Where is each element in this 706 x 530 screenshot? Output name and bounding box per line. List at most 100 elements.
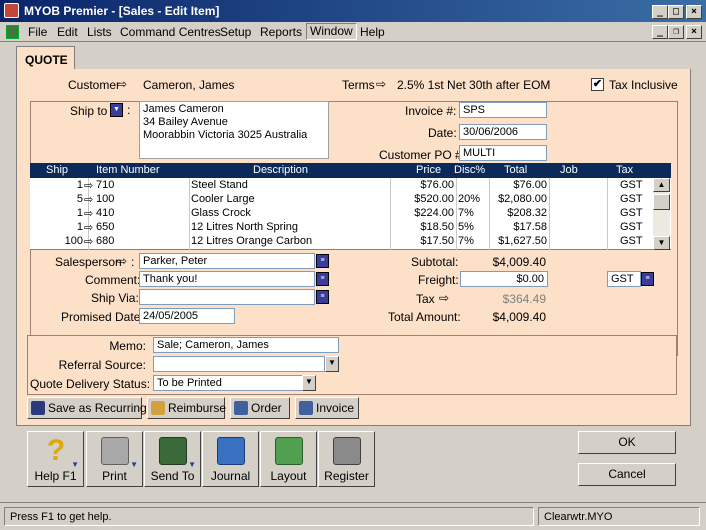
menu-setup[interactable]: Setup (220, 25, 251, 39)
cell-price[interactable]: $17.50 (392, 235, 454, 247)
line-items-table[interactable]: 1 ⇨ 710 Steel Stand $76.00 $76.00 GST 5 … (30, 178, 671, 250)
ship-via-list-icon[interactable]: ≡ (316, 290, 329, 304)
menu-file[interactable]: File (28, 25, 47, 39)
tax-arrow-icon[interactable]: ⇨ (439, 291, 449, 305)
item-arrow-icon[interactable]: ⇨ (84, 207, 93, 220)
cell-total[interactable]: $1,627.50 (491, 235, 547, 247)
customer-arrow-icon[interactable]: ⇨ (117, 77, 127, 91)
ship-via-field[interactable] (139, 289, 315, 305)
cell-tax[interactable]: GST (620, 207, 643, 219)
order-button[interactable]: Order (230, 397, 290, 419)
tax-inclusive-checkbox[interactable]: ✔ (591, 78, 604, 91)
save-as-recurring-button[interactable]: Save as Recurring (27, 397, 147, 419)
print-button[interactable]: ▼ Print (86, 431, 143, 487)
cell-total[interactable]: $17.58 (491, 221, 547, 233)
cell-description[interactable]: Glass Crock (191, 207, 389, 219)
item-arrow-icon[interactable]: ⇨ (84, 179, 93, 192)
menu-help[interactable]: Help (360, 25, 385, 39)
layout-button[interactable]: Layout (260, 431, 317, 487)
cell-tax[interactable]: GST (620, 221, 643, 233)
cell-description[interactable]: 12 Litres North Spring (191, 221, 389, 233)
cell-ship[interactable]: 1 (30, 179, 83, 191)
item-arrow-icon[interactable]: ⇨ (84, 193, 93, 206)
doc-close-button[interactable]: × (686, 25, 702, 39)
customer-value[interactable]: Cameron, James (143, 78, 234, 92)
cell-ship[interactable]: 100 (30, 235, 83, 247)
cell-price[interactable]: $18.50 (392, 221, 454, 233)
table-row[interactable]: 1 ⇨ 710 Steel Stand $76.00 $76.00 GST (30, 179, 653, 193)
cell-ship[interactable]: 5 (30, 193, 83, 205)
invoice-button[interactable]: Invoice (295, 397, 359, 419)
cell-total[interactable]: $2,080.00 (491, 193, 547, 205)
customer-po-field[interactable]: MULTI (459, 145, 547, 161)
freight-tax-code[interactable]: GST (607, 271, 641, 287)
cell-item[interactable]: 100 (96, 193, 114, 205)
table-row[interactable]: 5 ⇨ 100 Cooler Large $520.00 20% $2,080.… (30, 193, 653, 207)
cell-item[interactable]: 710 (96, 179, 114, 191)
minimize-button[interactable]: _ (652, 5, 668, 19)
scroll-thumb[interactable] (653, 194, 670, 210)
cell-tax[interactable]: GST (620, 179, 643, 191)
journal-button[interactable]: Journal (202, 431, 259, 487)
comment-field[interactable]: Thank you! (139, 271, 315, 287)
scroll-down-icon[interactable]: ▼ (653, 236, 670, 250)
freight-field[interactable]: $0.00 (460, 271, 548, 287)
table-row[interactable]: 1 ⇨ 410 Glass Crock $224.00 7% $208.32 G… (30, 207, 653, 221)
cell-item[interactable]: 680 (96, 235, 114, 247)
item-arrow-icon[interactable]: ⇨ (84, 221, 93, 234)
table-row[interactable]: 1 ⇨ 650 12 Litres North Spring $18.50 5%… (30, 221, 653, 235)
menu-lists[interactable]: Lists (87, 25, 112, 39)
cell-tax[interactable]: GST (620, 235, 643, 247)
salesperson-field[interactable]: Parker, Peter (139, 253, 315, 269)
promised-date-field[interactable]: 24/05/2005 (139, 308, 235, 324)
close-button[interactable]: × (686, 5, 702, 19)
cell-ship[interactable]: 1 (30, 207, 83, 219)
cell-description[interactable]: Cooler Large (191, 193, 389, 205)
cell-disc[interactable]: 20% (458, 193, 480, 205)
cell-description[interactable]: Steel Stand (191, 179, 389, 191)
cell-item[interactable]: 410 (96, 207, 114, 219)
doc-restore-button[interactable]: ❐ (668, 25, 684, 39)
menu-command-centres[interactable]: Command Centres (120, 25, 221, 39)
ok-button[interactable]: OK (578, 431, 676, 454)
cell-price[interactable]: $520.00 (392, 193, 454, 205)
help-button[interactable]: ? ▼ Help F1 (27, 431, 84, 487)
table-scrollbar[interactable]: ▲ ▼ (653, 178, 670, 250)
item-arrow-icon[interactable]: ⇨ (84, 235, 93, 248)
cell-disc[interactable]: 7% (458, 207, 474, 219)
cell-total[interactable]: $76.00 (491, 179, 547, 191)
cell-ship[interactable]: 1 (30, 221, 83, 233)
table-row[interactable]: 100 ⇨ 680 12 Litres Orange Carbon $17.50… (30, 235, 653, 249)
cell-disc[interactable]: 5% (458, 221, 474, 233)
cell-tax[interactable]: GST (620, 193, 643, 205)
cell-price[interactable]: $76.00 (392, 179, 454, 191)
menu-window[interactable]: Window (306, 23, 357, 40)
document-icon[interactable] (6, 25, 19, 39)
date-field[interactable]: 30/06/2006 (459, 124, 547, 140)
salesperson-list-icon[interactable]: ≡ (316, 254, 329, 268)
cancel-button[interactable]: Cancel (578, 463, 676, 486)
terms-arrow-icon[interactable]: ⇨ (376, 77, 386, 91)
menu-edit[interactable]: Edit (57, 25, 78, 39)
scroll-up-icon[interactable]: ▲ (653, 178, 670, 192)
invoice-no-field[interactable]: SPS (459, 102, 547, 118)
ship-to-address[interactable]: James Cameron 34 Bailey Avenue Moorabbin… (139, 101, 329, 159)
send-to-button[interactable]: ▼ Send To (144, 431, 201, 487)
referral-source-field[interactable] (153, 356, 325, 372)
referral-dropdown-icon[interactable]: ▼ (325, 356, 339, 372)
comment-list-icon[interactable]: ≡ (316, 272, 329, 286)
quote-delivery-dropdown-icon[interactable]: ▼ (302, 375, 316, 391)
tab-quote[interactable]: QUOTE (16, 46, 75, 70)
cell-disc[interactable]: 7% (458, 235, 474, 247)
ship-to-dropdown-icon[interactable]: ▼ (110, 103, 123, 117)
menu-reports[interactable]: Reports (260, 25, 302, 39)
reimburse-button[interactable]: Reimburse (147, 397, 226, 419)
freight-tax-list-icon[interactable]: ≡ (641, 272, 654, 286)
register-button[interactable]: Register (318, 431, 375, 487)
terms-value[interactable]: 2.5% 1st Net 30th after EOM (397, 78, 550, 92)
cell-description[interactable]: 12 Litres Orange Carbon (191, 235, 389, 247)
doc-minimize-button[interactable]: _ (652, 25, 668, 39)
salesperson-arrow-icon[interactable]: ⇨ (117, 254, 127, 268)
quote-delivery-field[interactable]: To be Printed (153, 375, 303, 391)
cell-price[interactable]: $224.00 (392, 207, 454, 219)
